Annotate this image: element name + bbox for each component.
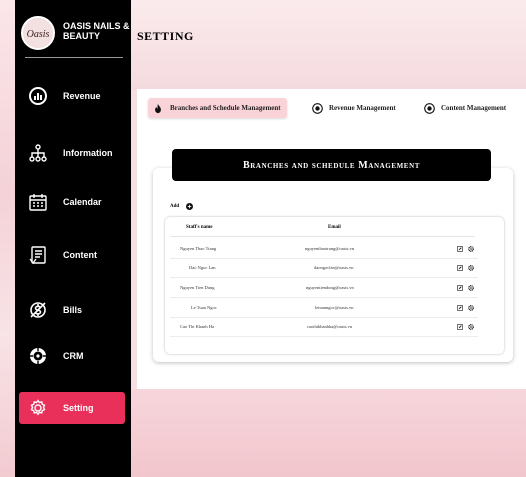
sidebar-item-revenue[interactable]: Revenue — [19, 80, 125, 112]
org-chart-icon — [27, 142, 49, 164]
sidebar-item-label: Information — [63, 148, 113, 158]
target-icon — [423, 102, 435, 114]
sidebar-item-calendar[interactable]: Calendar — [19, 186, 125, 218]
bottom-background — [131, 389, 526, 477]
bills-icon — [27, 299, 49, 321]
section-title: Branches and schedule Management — [172, 149, 491, 181]
gear-icon[interactable] — [467, 304, 474, 311]
tab-label: Content Management — [441, 104, 507, 112]
row-divider — [170, 297, 478, 298]
brand: Oasis OASIS NAILS & BEAUTY — [19, 14, 130, 54]
brand-divider — [25, 57, 123, 58]
document-icon — [27, 244, 49, 266]
column-header-name: Staff's name — [186, 225, 213, 230]
header-divider — [170, 236, 475, 237]
staff-name: Dao Ngoc Lan — [189, 265, 216, 270]
row-divider — [170, 317, 478, 318]
add-icon[interactable] — [185, 202, 193, 210]
column-header-email: Email — [328, 225, 341, 230]
tab-revenue-management[interactable]: Revenue Management — [311, 98, 396, 118]
staff-name: Nguyen Thao Trang — [180, 246, 217, 251]
crm-icon — [27, 345, 49, 367]
gear-icon[interactable] — [467, 264, 474, 271]
gear-icon — [27, 397, 49, 419]
page-title: SETTING — [137, 29, 194, 43]
sidebar-item-label: Revenue — [63, 91, 101, 101]
sidebar-item-label: Calendar — [63, 197, 102, 207]
add-row: Add — [170, 202, 193, 210]
sidebar-item-information[interactable]: Information — [19, 137, 125, 169]
table-row: Nguyen Tien Dung nguyentiendung@oasis.vn — [165, 280, 504, 298]
sidebar-item-crm[interactable]: CRM — [19, 340, 125, 372]
logo-text: Oasis — [27, 29, 50, 40]
sidebar-item-label: Bills — [63, 305, 83, 315]
target-icon — [311, 102, 323, 114]
tab-label: Branches and Schedule Management — [170, 104, 281, 112]
gear-icon[interactable] — [467, 323, 474, 330]
sidebar-item-content[interactable]: Content — [19, 239, 125, 271]
calendar-icon — [27, 191, 49, 213]
brand-logo: Oasis — [21, 16, 55, 50]
table-row: Cao Thi Khanh Ha caothikhanhha@oasis.vn — [165, 319, 504, 337]
edit-icon[interactable] — [456, 323, 463, 330]
row-divider — [170, 258, 478, 259]
gear-icon[interactable] — [467, 284, 474, 291]
sidebar-item-bills[interactable]: Bills — [19, 294, 125, 326]
staff-email: nguyenthaotrang@oasis.vn — [305, 246, 355, 251]
sidebar: Oasis OASIS NAILS & BEAUTY Revenue Infor… — [15, 0, 131, 477]
staff-name: Le Tuan Ngoc — [191, 305, 217, 310]
tab-branches-schedule[interactable]: Branches and Schedule Management — [148, 98, 287, 118]
gear-icon[interactable] — [467, 245, 474, 252]
sidebar-item-label: CRM — [63, 351, 84, 361]
sidebar-item-label: Content — [63, 250, 97, 260]
sidebar-item-setting[interactable]: Setting — [19, 392, 125, 424]
edit-icon[interactable] — [456, 304, 463, 311]
staff-email: nguyentiendung@oasis.vn — [306, 285, 354, 290]
table-row: Le Tuan Ngoc letuanngoc@oasis.vn — [165, 300, 504, 318]
staff-email: daongoclan@oasis.vn — [314, 265, 354, 270]
brand-name: OASIS NAILS & BEAUTY — [63, 21, 133, 41]
decorative-strip — [0, 0, 15, 477]
revenue-icon — [27, 85, 49, 107]
staff-email: caothikhanhha@oasis.vn — [307, 324, 353, 329]
staff-email: letuanngoc@oasis.vn — [315, 305, 354, 310]
staff-name: Cao Thi Khanh Ha — [180, 324, 215, 329]
brand-name-line2: BEAUTY — [63, 31, 101, 41]
tab-content-management[interactable]: Content Management — [423, 98, 506, 118]
flame-icon — [152, 102, 164, 114]
edit-icon[interactable] — [456, 245, 463, 252]
top-bar — [131, 0, 526, 90]
tab-label: Revenue Management — [329, 104, 396, 112]
sidebar-item-label: Setting — [63, 403, 94, 413]
staff-name: Nguyen Tien Dung — [180, 285, 215, 290]
table-row: Dao Ngoc Lan daongoclan@oasis.vn — [165, 260, 504, 278]
row-divider — [170, 277, 478, 278]
row-divider — [170, 336, 478, 337]
edit-icon[interactable] — [456, 264, 463, 271]
add-label: Add — [170, 203, 180, 209]
table-row: Nguyen Thao Trang nguyenthaotrang@oasis.… — [165, 241, 504, 259]
brand-name-line1: OASIS NAILS & — [63, 21, 130, 31]
edit-icon[interactable] — [456, 284, 463, 291]
